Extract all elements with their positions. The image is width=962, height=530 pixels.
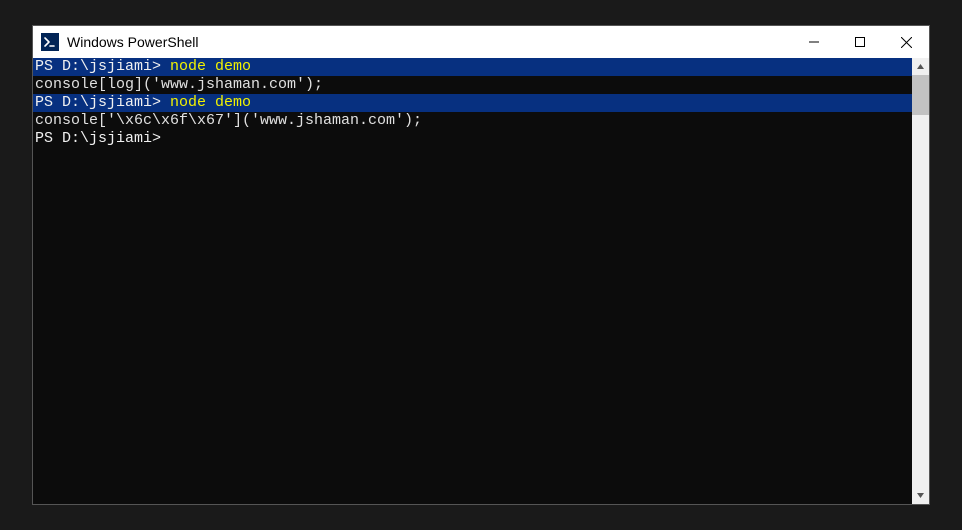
window-title: Windows PowerShell	[67, 34, 199, 50]
terminal-output-area[interactable]: PS D:\jsjiami> node democonsole[log]('ww…	[33, 58, 912, 504]
scrollbar-thumb[interactable]	[912, 75, 929, 115]
scroll-up-arrow-icon[interactable]	[912, 58, 929, 75]
powershell-icon	[41, 33, 59, 51]
prompt-text: PS D:\jsjiami>	[35, 94, 161, 111]
prompt-text: PS D:\jsjiami>	[35, 58, 161, 75]
scroll-down-arrow-icon[interactable]	[912, 487, 929, 504]
maximize-button[interactable]	[837, 26, 883, 58]
powershell-window: Windows PowerShell PS D:\jsjiami> node d…	[32, 25, 930, 505]
command-text: node demo	[170, 58, 251, 75]
scrollbar-track[interactable]	[912, 115, 929, 487]
terminal-container: PS D:\jsjiami> node democonsole[log]('ww…	[33, 58, 929, 504]
prompt-text: PS D:\jsjiami>	[35, 130, 161, 147]
terminal-line: PS D:\jsjiami> node demo	[33, 94, 912, 112]
output-text: console['\x6c\x6f\x67']('www.jshaman.com…	[35, 112, 422, 129]
terminal-line: PS D:\jsjiami>	[33, 130, 912, 148]
close-button[interactable]	[883, 26, 929, 58]
title-bar[interactable]: Windows PowerShell	[33, 26, 929, 58]
terminal-line: PS D:\jsjiami> node demo	[33, 58, 912, 76]
terminal-line: console[log]('www.jshaman.com');	[33, 76, 912, 94]
vertical-scrollbar[interactable]	[912, 58, 929, 504]
minimize-button[interactable]	[791, 26, 837, 58]
command-text: node demo	[170, 94, 251, 111]
output-text: console[log]('www.jshaman.com');	[35, 76, 323, 93]
terminal-line: console['\x6c\x6f\x67']('www.jshaman.com…	[33, 112, 912, 130]
window-controls	[791, 26, 929, 58]
